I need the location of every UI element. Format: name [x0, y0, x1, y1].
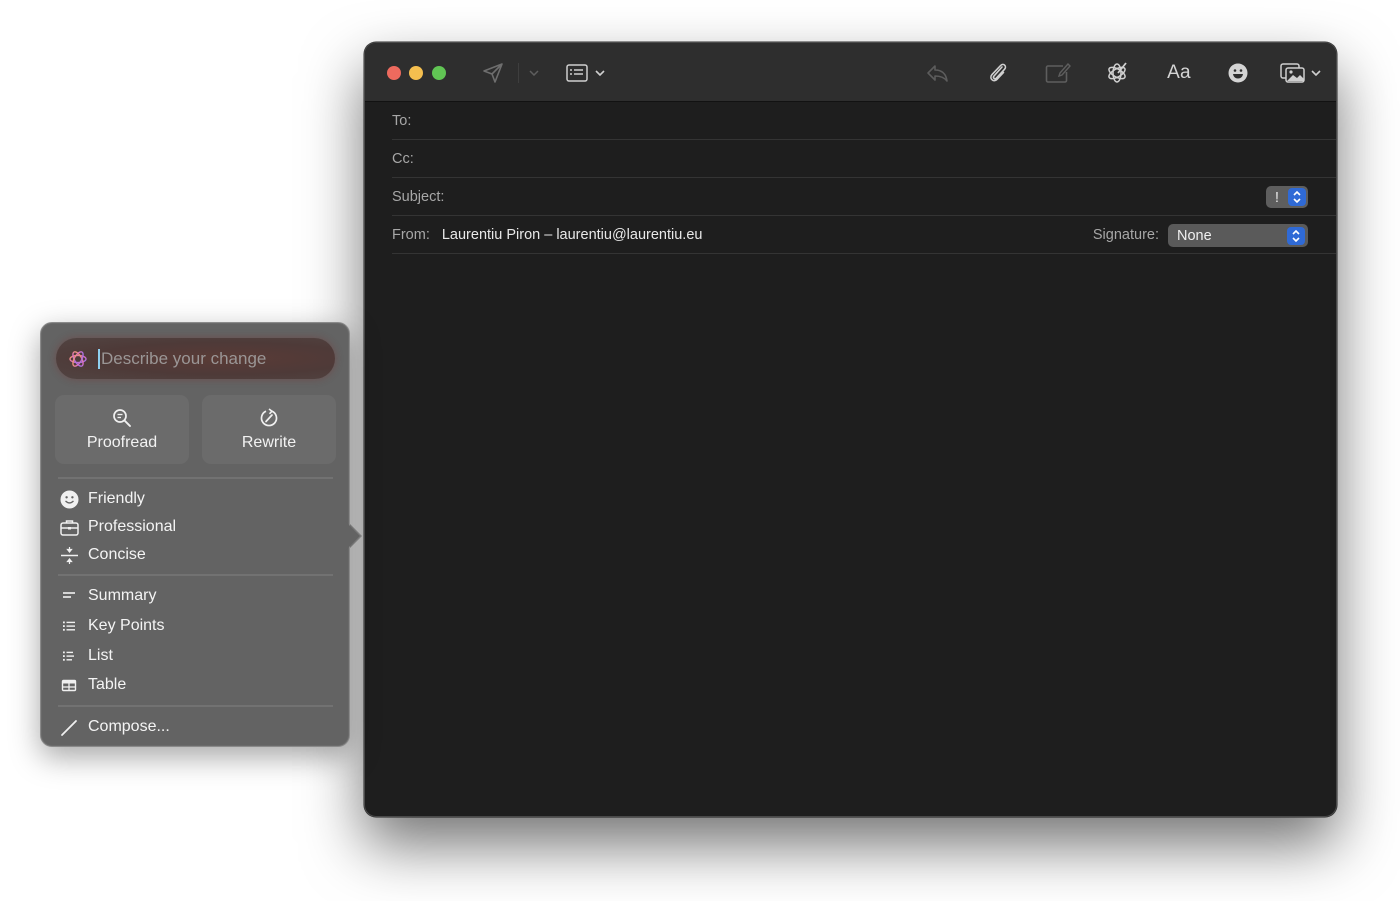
- format-label: Aa: [1167, 62, 1191, 83]
- header-fields-button[interactable]: [564, 59, 606, 87]
- signature-select[interactable]: None: [1168, 224, 1308, 247]
- markup-icon: [1045, 62, 1071, 83]
- reply-button[interactable]: [925, 59, 951, 87]
- chevron-down-icon: [594, 70, 605, 76]
- from-label: From:: [392, 226, 430, 243]
- pencil-icon: [58, 716, 80, 738]
- send-button[interactable]: [481, 59, 505, 87]
- format-button[interactable]: Aa: [1165, 59, 1193, 87]
- menu-item-professional[interactable]: Professional: [58, 514, 176, 540]
- menu-item-summary[interactable]: Summary: [58, 583, 156, 609]
- bulleted-list-icon: [58, 615, 80, 637]
- menu-divider: [58, 574, 333, 576]
- menu-item-key-points[interactable]: Key Points: [58, 613, 164, 639]
- subject-label: Subject:: [392, 188, 445, 205]
- writing-tools-popover: Proofread Rewrite Friendly Professional …: [40, 322, 350, 747]
- cc-label: Cc:: [392, 150, 414, 167]
- cc-field[interactable]: Cc:: [392, 140, 1336, 178]
- rewrite-arrow-icon: [260, 407, 278, 426]
- popover-arrow-fill: [345, 521, 360, 551]
- to-field[interactable]: To:: [392, 102, 1336, 140]
- updown-stepper-icon: [1288, 188, 1306, 206]
- concise-label: Concise: [88, 546, 146, 563]
- list-label: List: [88, 647, 113, 664]
- message-body[interactable]: [365, 254, 1336, 816]
- send-options-button[interactable]: [527, 59, 541, 87]
- summary-label: Summary: [88, 587, 157, 604]
- smiley-icon: [58, 488, 80, 510]
- updown-stepper-icon: [1287, 226, 1305, 245]
- magnifier-text-icon: [113, 408, 131, 427]
- photo-browser-button[interactable]: [1279, 59, 1321, 87]
- key-points-label: Key Points: [88, 617, 165, 634]
- priority-select[interactable]: !: [1266, 186, 1308, 208]
- menu-item-friendly[interactable]: Friendly: [58, 486, 145, 512]
- chevron-down-icon: [529, 70, 539, 76]
- header-fields-icon: [565, 64, 588, 82]
- proofread-button[interactable]: Proofread: [55, 395, 189, 464]
- emoji-button[interactable]: [1227, 59, 1249, 87]
- rewrite-button[interactable]: Rewrite: [202, 395, 336, 464]
- menu-item-concise[interactable]: Concise: [58, 542, 146, 568]
- close-button[interactable]: [387, 66, 401, 80]
- compose-label: Compose...: [88, 718, 170, 735]
- table-icon: [58, 674, 80, 696]
- paperclip-icon: [990, 63, 1007, 82]
- toolbar-separator: [518, 63, 519, 83]
- text-cursor: [98, 348, 100, 369]
- proofread-label: Proofread: [86, 433, 158, 451]
- subject-field[interactable]: Subject: !: [392, 178, 1336, 216]
- compose-window: Aa To: Cc: Subject: ! From: Laurentiu Pi…: [364, 42, 1337, 817]
- briefcase-icon: [58, 516, 80, 538]
- to-label: To:: [392, 112, 412, 129]
- menu-item-compose[interactable]: Compose...: [58, 714, 170, 740]
- rewrite-label: Rewrite: [241, 433, 297, 451]
- apple-intelligence-icon: [69, 350, 87, 367]
- summary-lines-icon: [58, 585, 80, 607]
- reply-icon: [927, 65, 948, 82]
- emoji-icon: [1228, 63, 1248, 83]
- minimize-button[interactable]: [409, 66, 423, 80]
- priority-value: !: [1274, 188, 1280, 206]
- from-field: From: Laurentiu Piron – laurentiu@lauren…: [392, 216, 1336, 254]
- photo-browser-icon: [1279, 63, 1305, 83]
- menu-item-list[interactable]: List: [58, 643, 113, 669]
- writing-tools-icon: [1108, 62, 1127, 83]
- friendly-label: Friendly: [88, 490, 145, 507]
- table-label: Table: [88, 676, 127, 693]
- describe-change-input[interactable]: [101, 348, 321, 369]
- menu-divider: [58, 477, 333, 479]
- toolbar: Aa: [365, 43, 1336, 102]
- send-icon: [483, 63, 503, 83]
- divide-icon: [58, 544, 80, 566]
- signature-label: Signature:: [1092, 226, 1159, 243]
- writing-tools-button[interactable]: [1105, 59, 1131, 87]
- signature-value: None: [1177, 227, 1212, 244]
- chevron-down-icon: [1310, 70, 1321, 76]
- professional-label: Professional: [88, 518, 177, 535]
- from-account-select[interactable]: Laurentiu Piron – laurentiu@laurentiu.eu: [442, 227, 703, 243]
- list-icon: [58, 645, 80, 667]
- zoom-button[interactable]: [432, 66, 446, 80]
- menu-item-table[interactable]: Table: [58, 672, 126, 698]
- describe-change-field[interactable]: [56, 338, 335, 379]
- attach-button[interactable]: [985, 59, 1011, 87]
- menu-divider: [58, 705, 333, 707]
- markup-button[interactable]: [1044, 59, 1072, 87]
